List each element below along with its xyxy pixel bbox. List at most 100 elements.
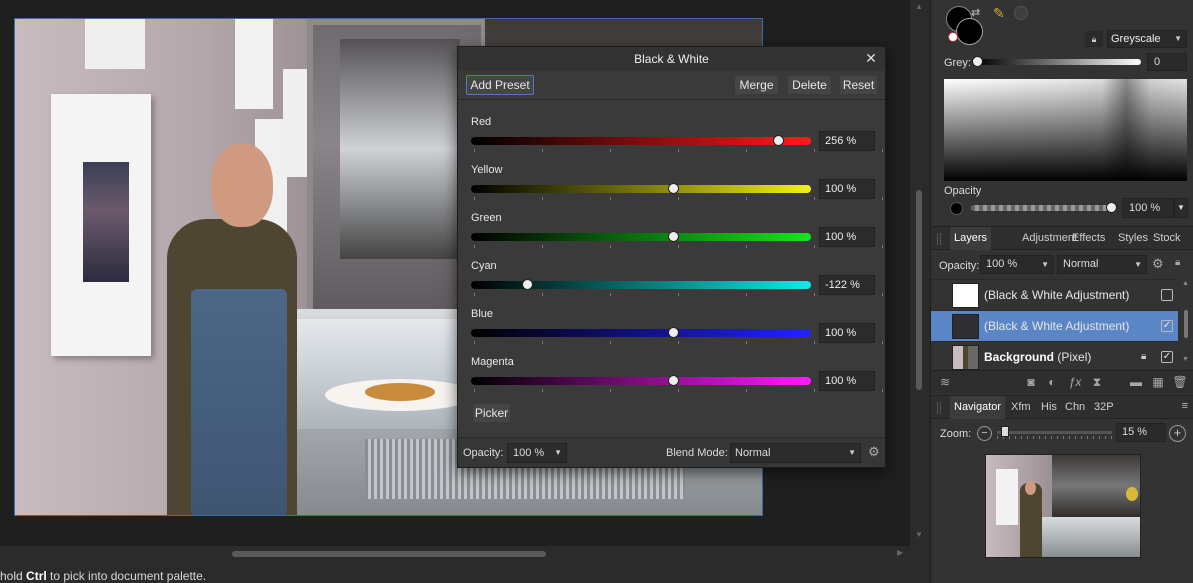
- layers-scroll-thumb[interactable]: [1184, 310, 1188, 338]
- grey-value-field[interactable]: 0: [1147, 53, 1187, 71]
- slider-value-red[interactable]: 256 %: [819, 131, 875, 151]
- navigator-preview[interactable]: [985, 454, 1141, 558]
- zoom-slider[interactable]: [997, 431, 1112, 434]
- layers-blend-select[interactable]: Normal ▼: [1057, 255, 1147, 274]
- grey-slider[interactable]: [976, 59, 1141, 65]
- scroll-right-arrow-icon[interactable]: ▶: [897, 548, 907, 558]
- tab-history[interactable]: His: [1037, 396, 1061, 419]
- horizontal-scroll-thumb[interactable]: [232, 551, 546, 557]
- gear-icon[interactable]: ⚙: [868, 445, 882, 459]
- layer-row[interactable]: Background (Pixel) 🔒︎ ✓: [931, 341, 1178, 372]
- slider-track-magenta[interactable]: [471, 377, 811, 385]
- live-filter-icon[interactable]: ⧗: [1089, 375, 1105, 390]
- preview-frame: [996, 469, 1018, 525]
- layer-name: (Black & White Adjustment): [984, 319, 1130, 333]
- scroll-down-arrow-icon[interactable]: ▼: [914, 530, 924, 539]
- slider-track-red[interactable]: [471, 137, 811, 145]
- picker-button[interactable]: Picker: [472, 403, 511, 423]
- blend-mode-select[interactable]: Normal ▼: [730, 443, 861, 463]
- merge-button[interactable]: Merge: [734, 75, 779, 95]
- layer-thumbnail: [952, 283, 979, 308]
- reset-button[interactable]: Reset: [839, 75, 878, 95]
- gear-icon[interactable]: ⚙: [1152, 256, 1164, 272]
- panel-grip-icon[interactable]: [937, 402, 941, 414]
- slider-knob-magenta[interactable]: [667, 375, 679, 386]
- zoom-value-field[interactable]: 15 %: [1116, 423, 1166, 442]
- group-folder-icon[interactable]: ▬: [1128, 375, 1144, 389]
- panel-menu-icon[interactable]: ≡: [1182, 400, 1188, 412]
- layers-opacity-select[interactable]: 100 % ▼: [980, 255, 1054, 274]
- scroll-down-arrow-icon[interactable]: ▼: [1182, 356, 1189, 363]
- color-opacity-field[interactable]: 100 %: [1122, 198, 1174, 218]
- slider-value-magenta[interactable]: 100 %: [819, 371, 875, 391]
- tab-channels[interactable]: Chn: [1061, 396, 1089, 419]
- tab-effects[interactable]: Effects: [1068, 227, 1109, 250]
- layer-effects-icon[interactable]: ƒx: [1067, 375, 1083, 389]
- color-opacity-knob[interactable]: [1106, 202, 1117, 213]
- swap-colors-icon[interactable]: ⇄: [971, 6, 980, 19]
- layers-scrollbar[interactable]: ▲ ▼: [1180, 280, 1192, 368]
- layer-visibility-checkbox[interactable]: ✓: [1161, 320, 1173, 332]
- lock-icon[interactable]: 🔒︎: [1141, 351, 1146, 362]
- close-icon[interactable]: ✕: [863, 50, 879, 66]
- lock-icon[interactable]: 🔒︎: [1175, 257, 1180, 268]
- layer-stack-icon[interactable]: ≋: [937, 375, 953, 389]
- picked-color-swatch[interactable]: [1014, 6, 1028, 20]
- layer-row[interactable]: (Black & White Adjustment): [931, 279, 1178, 310]
- tab-navigator[interactable]: Navigator: [950, 396, 1006, 419]
- preview-flowers: [1126, 487, 1138, 501]
- slider-value-cyan[interactable]: -122 %: [819, 275, 875, 295]
- tab-stock[interactable]: Stock: [1149, 227, 1185, 250]
- color-opacity-slider[interactable]: [971, 205, 1113, 211]
- tab-transform[interactable]: Xfm: [1007, 396, 1035, 419]
- add-preset-button[interactable]: Add Preset: [466, 75, 534, 95]
- color-mode-select[interactable]: Greyscale ▼: [1107, 30, 1187, 48]
- layer-visibility-checkbox[interactable]: [1161, 289, 1173, 301]
- zoom-slider-knob[interactable]: [1001, 426, 1009, 437]
- slider-knob-green[interactable]: [667, 231, 679, 242]
- chevron-down-icon[interactable]: ▼: [1174, 198, 1188, 218]
- tab-layers[interactable]: Layers: [950, 227, 992, 250]
- delete-button[interactable]: Delete: [787, 75, 832, 95]
- vertical-scroll-thumb[interactable]: [916, 190, 922, 390]
- slider-track-yellow[interactable]: [471, 185, 811, 193]
- slider-value-yellow[interactable]: 100 %: [819, 179, 875, 199]
- tab-32p[interactable]: 32P: [1090, 396, 1118, 419]
- chevron-down-icon: ▼: [1174, 34, 1182, 43]
- lock-icon[interactable]: 🔒︎: [1085, 31, 1103, 47]
- opacity-select[interactable]: 100 % ▼: [507, 443, 567, 463]
- slider-knob-blue[interactable]: [667, 327, 679, 338]
- zoom-in-icon[interactable]: +: [1169, 425, 1186, 442]
- slider-track-green[interactable]: [471, 233, 811, 241]
- slider-knob-yellow[interactable]: [667, 183, 679, 194]
- mask-layer-icon[interactable]: ◙: [1023, 375, 1039, 389]
- slider-ticks: [471, 197, 951, 201]
- new-pixel-layer-icon[interactable]: ▦: [1150, 375, 1166, 389]
- layer-name-bold: Background: [984, 350, 1055, 364]
- panel-grip-icon[interactable]: [937, 233, 941, 245]
- layer-row[interactable]: (Black & White Adjustment) ✓: [931, 310, 1178, 341]
- tab-styles[interactable]: Styles: [1114, 227, 1152, 250]
- slider-label-blue: Blue: [471, 308, 494, 320]
- scroll-up-arrow-icon[interactable]: ▲: [1182, 280, 1189, 287]
- photo-pastry-plate: [325, 379, 475, 411]
- slider-track-blue[interactable]: [471, 329, 811, 337]
- slider-ticks: [471, 341, 951, 345]
- greyscale-picker-box[interactable]: [944, 79, 1187, 181]
- grey-slider-knob[interactable]: [972, 56, 983, 67]
- dialog-title[interactable]: Black & White: [458, 47, 885, 71]
- zoom-out-icon[interactable]: −: [977, 426, 992, 441]
- slider-knob-red[interactable]: [772, 135, 784, 146]
- slider-value-green[interactable]: 100 %: [819, 227, 875, 247]
- scroll-up-arrow-icon[interactable]: ▲: [914, 2, 924, 11]
- layer-visibility-checkbox[interactable]: ✓: [1161, 351, 1173, 363]
- layer-name: (Black & White Adjustment): [984, 288, 1130, 302]
- secondary-color-swatch[interactable]: [956, 18, 983, 45]
- adjustment-layer-icon[interactable]: ◐: [1044, 375, 1060, 389]
- slider-ticks: [471, 293, 951, 297]
- slider-value-blue[interactable]: 100 %: [819, 323, 875, 343]
- trash-icon[interactable]: 🗑︎: [1172, 375, 1188, 389]
- grey-label: Grey:: [944, 57, 971, 69]
- no-color-icon[interactable]: [948, 32, 958, 42]
- color-picker-icon[interactable]: ✎: [993, 5, 1005, 22]
